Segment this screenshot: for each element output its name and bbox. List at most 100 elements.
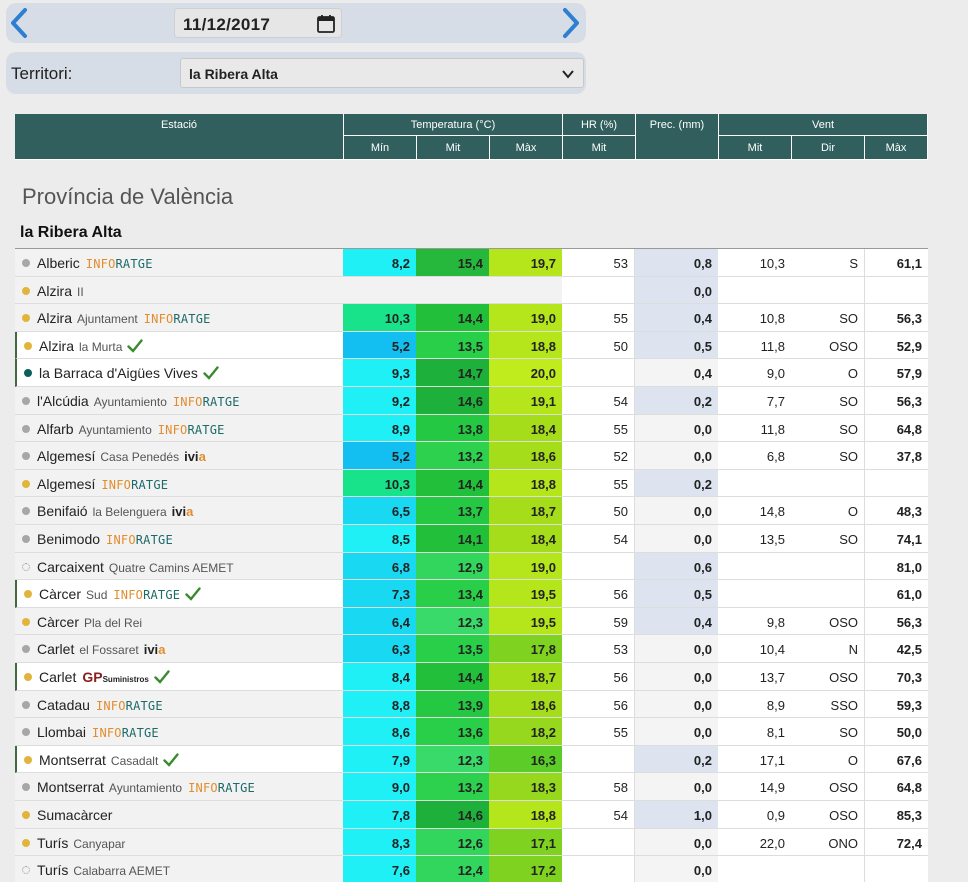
table-row[interactable]: Turís Calabarra AEMET 7,6 12,4 17,2 0,0 (15, 856, 928, 882)
station-name[interactable]: Montserrat Ayuntamiento INFORATGE (37, 779, 255, 795)
table-row[interactable]: Alzira II 0,0 (15, 276, 928, 305)
header-prec[interactable]: Prec. (mm) (636, 114, 719, 160)
station-name-cell[interactable]: Benifaió la Belenguera ivia (15, 497, 343, 525)
header-estacio[interactable]: Estació (15, 114, 344, 160)
next-day-button[interactable] (558, 7, 584, 39)
wind-mean-cell: 11,8 (718, 414, 791, 443)
station-name[interactable]: la Barraca d'Aigües Vives (39, 365, 219, 381)
station-name[interactable]: Benimodo INFORATGE (37, 531, 173, 547)
station-name[interactable]: Alberic INFORATGE (37, 255, 153, 271)
station-name[interactable]: Càrcer Pla del Rei (37, 614, 142, 630)
wind-max-cell: 64,8 (864, 773, 928, 801)
station-name[interactable]: Alzira Ajuntament INFORATGE (37, 310, 211, 326)
wind-direction-cell: O (791, 745, 864, 774)
station-name[interactable]: Turís Canyapar (37, 835, 125, 851)
table-row[interactable]: Carlet el Fossaret ivia 6,3 13,5 17,8 53 0,0 10,… (15, 635, 928, 663)
station-name[interactable]: Alfarb Ayuntamiento INFORATGE (37, 421, 225, 437)
station-name[interactable]: Sumacàrcer (37, 807, 112, 823)
header-vent-max[interactable]: Màx (865, 136, 928, 160)
station-name-cell[interactable]: Turís Canyapar (15, 828, 343, 857)
temp-min-cell: 7,6 (343, 856, 416, 882)
table-row[interactable]: l'Alcúdia Ayuntamiento INFORATGE 9,2 14,6 19,… (15, 387, 928, 415)
table-row[interactable]: Benifaió la Belenguera ivia 6,5 13,7 18,7 50 0,… (15, 497, 928, 525)
table-row[interactable]: Benimodo INFORATGE 8,5 14,1 18,4 54 0,0 13,5 SO 7… (15, 525, 928, 553)
table-row[interactable]: Catadau INFORATGE 8,8 13,9 18,6 56 0,0 8,9 SSO 59… (15, 690, 928, 719)
station-name[interactable]: Càrcer Sud INFORATGE (39, 586, 201, 602)
calendar-icon[interactable] (315, 13, 337, 35)
station-name[interactable]: Catadau INFORATGE (37, 697, 163, 713)
temp-max-cell: 18,4 (489, 414, 562, 443)
table-row[interactable]: Sumacàrcer 7,8 14,6 18,8 54 1,0 0,9 OSO 85,3 (15, 801, 928, 829)
header-hr: HR (%) (563, 114, 636, 136)
temp-min-cell: 8,6 (343, 718, 416, 746)
table-row[interactable]: Alzira la Murta 5,2 13,5 18,8 50 0,5 11,8 OSO 52,… (15, 331, 928, 360)
station-name[interactable]: Turís Calabarra AEMET (37, 862, 170, 878)
table-row[interactable]: Algemesí Casa Penedés ivia 5,2 13,2 18,6 52 0,0… (15, 442, 928, 470)
table-row[interactable]: Alzira Ajuntament INFORATGE 10,3 14,4 19,0 55 0… (15, 304, 928, 332)
station-name-cell[interactable]: Algemesí Casa Penedés ivia (15, 442, 343, 470)
station-name[interactable]: Alzira la Murta (39, 338, 144, 354)
temp-mit-cell: 13,8 (416, 414, 489, 443)
previous-day-button[interactable] (6, 7, 32, 39)
station-name[interactable]: Montserrat Casadalt (39, 752, 179, 768)
station-name-cell[interactable]: Alfarb Ayuntamiento INFORATGE (15, 414, 343, 443)
station-name-cell[interactable]: l'Alcúdia Ayuntamiento INFORATGE (15, 387, 343, 415)
station-name-cell[interactable]: Alzira II (15, 276, 343, 305)
station-name-cell[interactable]: Montserrat Ayuntamiento INFORATGE (15, 773, 343, 801)
station-name-cell[interactable]: Turís Calabarra AEMET (15, 856, 343, 882)
table-row[interactable]: Algemesí INFORATGE 10,3 14,4 18,8 55 0,2 (15, 469, 928, 498)
table-row[interactable]: Llombai INFORATGE 8,6 13,6 18,2 55 0,0 8,1 SO 50,… (15, 718, 928, 746)
table-row[interactable]: Càrcer Pla del Rei 6,4 12,3 19,5 59 0,4 9,8 OSO 5… (15, 607, 928, 636)
station-name-cell[interactable]: Càrcer Pla del Rei (15, 607, 343, 636)
station-name-cell[interactable]: Càrcer Sud INFORATGE (15, 580, 343, 608)
table-row[interactable]: Montserrat Casadalt 7,9 12,3 16,3 0,2 17,1 O 67,… (15, 745, 928, 774)
header-vent-dir[interactable]: Dir (792, 136, 865, 160)
temp-min-cell: 10,3 (343, 469, 416, 498)
station-name-cell[interactable]: Catadau INFORATGE (15, 690, 343, 719)
table-row[interactable]: Alberic INFORATGE 8,2 15,4 19,7 53 0,8 10,3 S 61,… (15, 249, 928, 277)
station-name[interactable]: Benifaió la Belenguera ivia (37, 503, 193, 519)
station-name[interactable]: Alzira II (37, 283, 84, 299)
date-input[interactable]: 11/12/2017 (174, 8, 342, 38)
table-row[interactable]: Càrcer Sud INFORATGE 7,3 13,4 19,5 56 0,5 61,0 (15, 580, 928, 608)
station-name[interactable]: Carcaixent Quatre Camins AEMET (37, 559, 234, 575)
humidity-cell: 54 (562, 525, 635, 553)
station-name[interactable]: Carlet el Fossaret ivia (37, 641, 165, 657)
station-name[interactable]: Llombai INFORATGE (37, 724, 159, 740)
station-sublocation: Canyapar (73, 836, 126, 851)
table-row[interactable]: la Barraca d'Aigües Vives 9,3 14,7 20,0 0,4 9… (15, 359, 928, 387)
header-hr-mit[interactable]: Mit (563, 136, 636, 160)
wind-direction-cell: SO (791, 442, 864, 470)
station-name-cell[interactable]: Alberic INFORATGE (15, 249, 343, 277)
station-name-cell[interactable]: Carcaixent Quatre Camins AEMET (15, 552, 343, 581)
station-name-cell[interactable]: Carlet el Fossaret ivia (15, 635, 343, 663)
table-row[interactable]: Carlet GPSuministros 8,4 14,4 18,7 56 0,0 13,7 O… (15, 663, 928, 691)
table-row[interactable]: Turís Canyapar 8,3 12,6 17,1 0,0 22,0 ONO 72,4 (15, 828, 928, 857)
humidity-cell (562, 276, 635, 305)
station-name-cell[interactable]: la Barraca d'Aigües Vives (15, 359, 343, 387)
station-name[interactable]: Algemesí INFORATGE (37, 476, 168, 492)
station-name[interactable]: l'Alcúdia Ayuntamiento INFORATGE (37, 393, 240, 409)
station-name[interactable]: Algemesí Casa Penedés ivia (37, 448, 206, 464)
station-name-cell[interactable]: Llombai INFORATGE (15, 718, 343, 746)
station-name-cell[interactable]: Montserrat Casadalt (15, 745, 343, 774)
station-name-cell[interactable]: Sumacàrcer (15, 801, 343, 829)
header-temp-max[interactable]: Màx (490, 136, 563, 160)
station-name-cell[interactable]: Carlet GPSuministros (15, 663, 343, 691)
station-name[interactable]: Carlet GPSuministros (39, 669, 170, 685)
status-dot-icon (22, 507, 30, 516)
station-name-cell[interactable]: Benimodo INFORATGE (15, 525, 343, 553)
territory-select[interactable]: la Ribera Alta (180, 58, 584, 88)
station-name-cell[interactable]: Algemesí INFORATGE (15, 469, 343, 498)
temp-mit-cell: 13,4 (416, 580, 489, 608)
header-vent-mit[interactable]: Mit (719, 136, 792, 160)
station-name-cell[interactable]: Alzira la Murta (15, 331, 343, 360)
table-row[interactable]: Montserrat Ayuntamiento INFORATGE 9,0 13,2 18… (15, 773, 928, 801)
station-name-cell[interactable]: Alzira Ajuntament INFORATGE (15, 304, 343, 332)
table-row[interactable]: Alfarb Ayuntamiento INFORATGE 8,9 13,8 18,4 55… (15, 414, 928, 443)
wind-direction-cell: SO (791, 304, 864, 332)
table-row[interactable]: Carcaixent Quatre Camins AEMET 6,8 12,9 19,0… (15, 552, 928, 581)
header-temp-mit[interactable]: Mit (417, 136, 490, 160)
header-temp-min[interactable]: Mín (344, 136, 417, 160)
infooratge-logo-part2: RATGE (143, 588, 181, 603)
